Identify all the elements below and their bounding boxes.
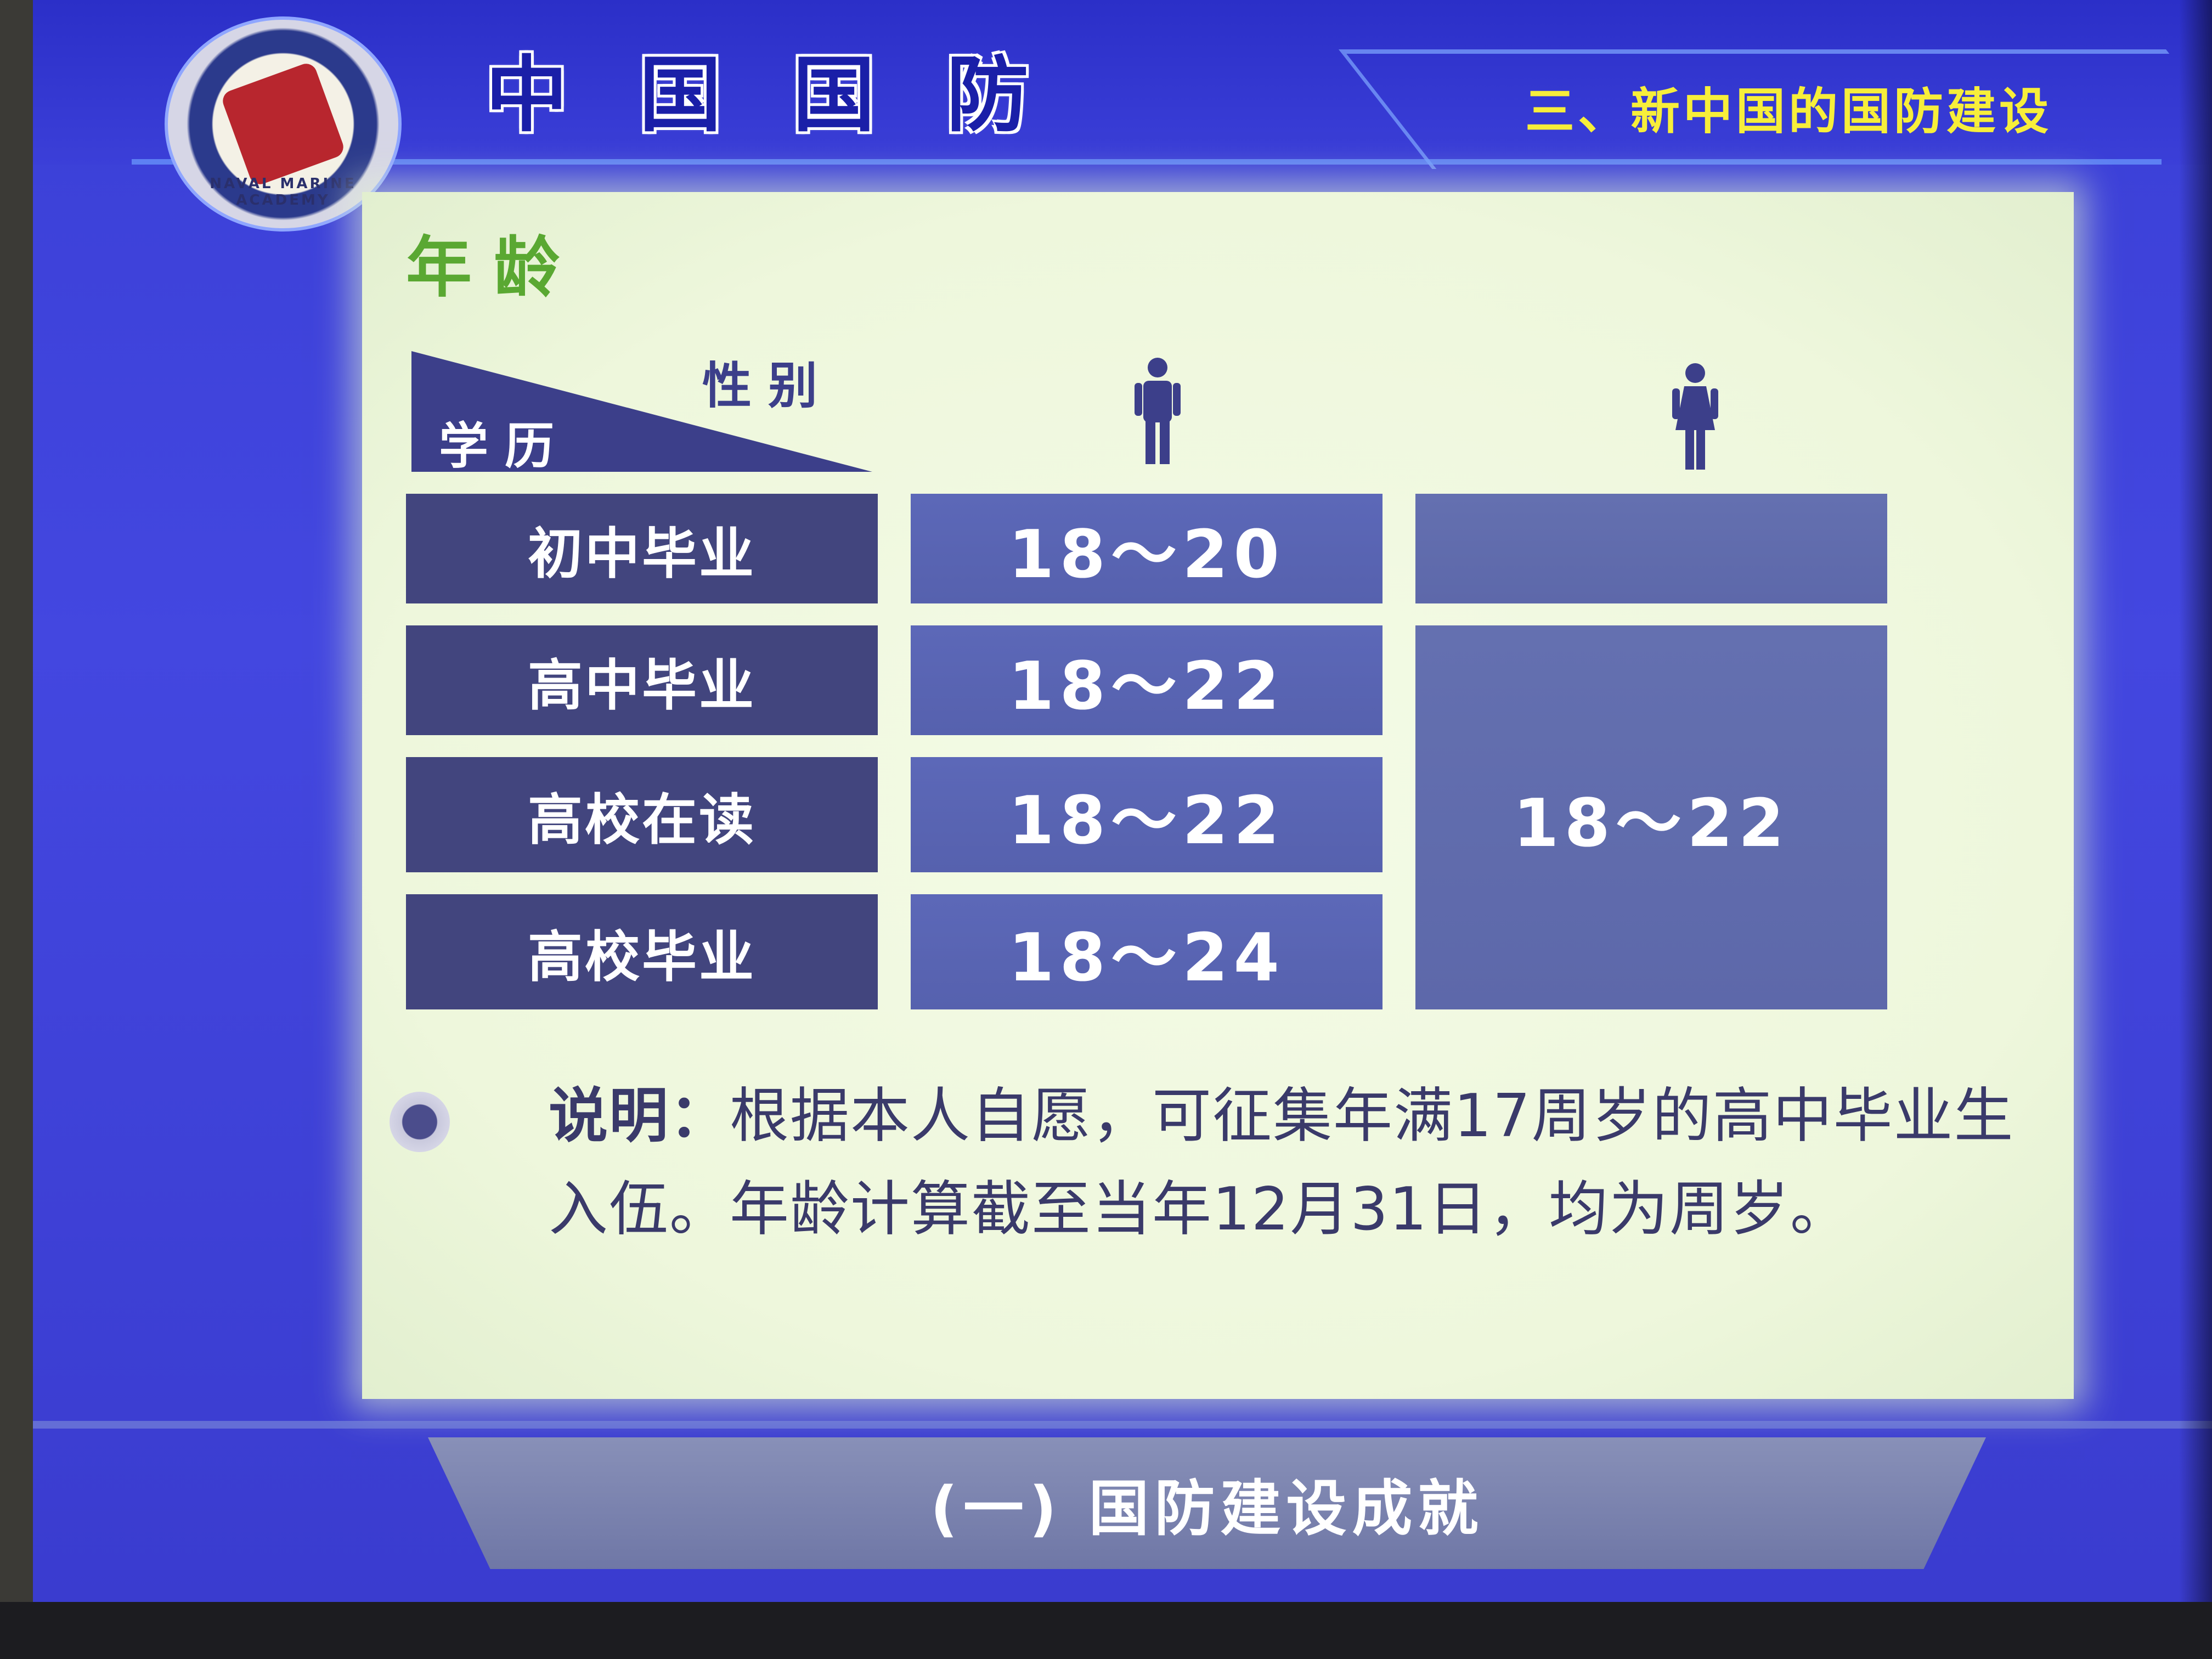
bullet-icon — [390, 1092, 450, 1152]
slide-footer: (一) 国防建设成就 — [428, 1437, 1986, 1569]
female-icon — [1672, 363, 1718, 470]
row-label-senior-high: 高中毕业 — [406, 625, 878, 735]
projector-right-shadow — [2179, 0, 2212, 1602]
row-label-junior-high: 初中毕业 — [406, 494, 878, 603]
row-label-college-graduate: 高校毕业 — [406, 894, 878, 1009]
male-age-college-enrolled: 18～22 — [911, 757, 1383, 872]
male-age-junior-high: 18～20 — [911, 494, 1383, 603]
corner-label-education: 学历 — [439, 417, 571, 475]
male-age-college-graduate: 18～24 — [911, 894, 1383, 1009]
header-divider — [132, 159, 2162, 165]
slide: NAVAL MARINE ACADEMY 中 国 国 防 三、新中国的国防建设 … — [33, 0, 2212, 1602]
corner-label-gender: 性别 — [702, 357, 834, 415]
title-char: 中 — [485, 47, 568, 143]
content-panel: 年龄 性别 学历 初中毕业 高中毕业 高校在读 高校毕业 18～20 18～22 — [362, 192, 2074, 1399]
title-char: 国 — [639, 47, 721, 143]
projector-bottom-edge — [0, 1602, 2212, 1659]
footer-text: (一) 国防建设成就 — [930, 1474, 1484, 1544]
slide-title: 中 国 国 防 — [483, 44, 1031, 143]
male-age-senior-high: 18～22 — [911, 625, 1383, 735]
title-char: 防 — [946, 47, 1029, 143]
section-title: 年龄 — [406, 230, 582, 306]
footer-divider — [33, 1421, 2212, 1429]
female-age-merged: 18～22 — [1415, 625, 1887, 1009]
male-icon — [1135, 358, 1181, 464]
note-text: 根据本人自愿，可征集年满17周岁的高中毕业生入伍。年龄计算截至当年12月31日，… — [549, 1082, 2015, 1244]
title-char: 国 — [792, 47, 875, 143]
slide-header: NAVAL MARINE ACADEMY 中 国 国 防 三、新中国的国防建设 — [33, 0, 2212, 232]
row-label-college-enrolled: 高校在读 — [406, 757, 878, 872]
note-paragraph: 说明：根据本人自愿，可征集年满17周岁的高中毕业生入伍。年龄计算截至当年12月3… — [549, 1070, 2030, 1256]
female-age-junior-high — [1415, 494, 1887, 603]
slide-subtitle: 三、新中国的国防建设 — [1525, 83, 2052, 140]
note-label: 说明： — [549, 1082, 730, 1150]
logo-emblem-icon — [219, 60, 347, 188]
projector-left-edge — [0, 0, 33, 1602]
